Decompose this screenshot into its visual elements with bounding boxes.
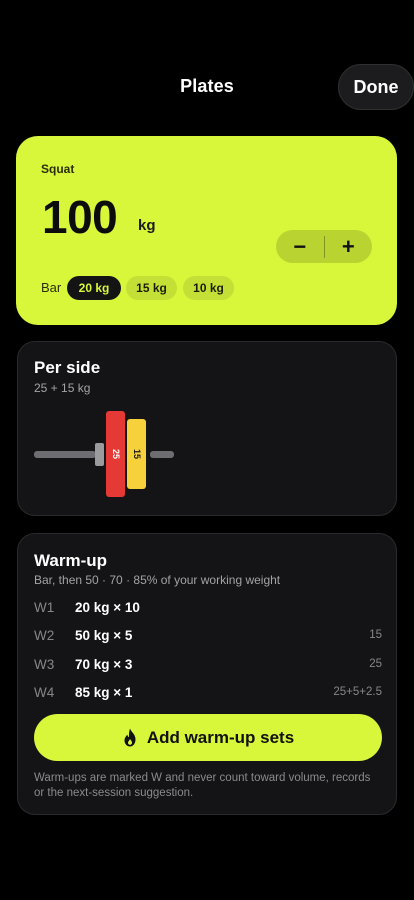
weight-stepper: − +: [276, 230, 372, 263]
bar-option-15kg[interactable]: 15 kg: [126, 276, 177, 300]
add-warmup-sets-button[interactable]: Add warm-up sets: [34, 714, 382, 761]
warmup-subtitle: Bar, then 50 · 70 · 85% of your working …: [34, 573, 281, 587]
warmup-footnote: Warm-ups are marked W and never count to…: [34, 772, 371, 799]
warmup-set-value: 50 kg × 5: [75, 628, 133, 643]
target-weight: 100: [42, 191, 118, 243]
bar-option-20kg[interactable]: 20 kg: [67, 276, 121, 300]
warmup-set-label: W3: [34, 657, 55, 672]
decrement-button[interactable]: −: [276, 230, 324, 263]
exercise-name: Squat: [41, 162, 75, 176]
bar-label: Bar: [41, 280, 62, 295]
done-button[interactable]: Done: [338, 64, 414, 110]
warmup-card: Warm-up Bar, then 50 · 70 · 85% of your …: [17, 533, 397, 815]
weight-card: Squat 100 kg − + Bar 20 kg 15 kg 10 kg: [16, 136, 397, 325]
warmup-row: W1 20 kg × 10: [34, 600, 382, 622]
warmup-set-label: W4: [34, 685, 55, 700]
bar-collar: [95, 443, 104, 466]
bar-shaft: [34, 451, 96, 458]
warmup-set-value: 70 kg × 3: [75, 657, 133, 672]
warmup-row: W3 70 kg × 3 25: [34, 657, 382, 679]
bar-shaft-end: [150, 451, 174, 458]
bar-option-10kg[interactable]: 10 kg: [183, 276, 234, 300]
barbell-diagram: 25 15: [34, 411, 174, 497]
warmup-set-plates: 25+5+2.5: [333, 686, 382, 698]
flame-icon: [122, 728, 138, 747]
warmup-set-plates: 15: [369, 629, 382, 641]
warmup-row: W4 85 kg × 1 25+5+2.5: [34, 685, 382, 707]
add-warmup-sets-label: Add warm-up sets: [146, 727, 295, 747]
plate-25-label: 25: [111, 449, 121, 459]
warmup-set-plates: 25: [369, 658, 382, 670]
top-bar: Plates Done: [0, 0, 414, 120]
warmup-set-label: W1: [34, 600, 55, 615]
increment-button[interactable]: +: [325, 230, 373, 263]
per-side-card: Per side 25 + 15 kg 25 15: [17, 341, 397, 516]
warmup-title: Warm-up: [34, 551, 108, 570]
weight-unit: kg: [138, 217, 156, 234]
warmup-set-value: 85 kg × 1: [75, 685, 133, 700]
warmup-set-label: W2: [34, 628, 55, 643]
warmup-set-value: 20 kg × 10: [75, 600, 140, 615]
warmup-row: W2 50 kg × 5 15: [34, 628, 382, 650]
plate-15-label: 15: [132, 449, 142, 459]
